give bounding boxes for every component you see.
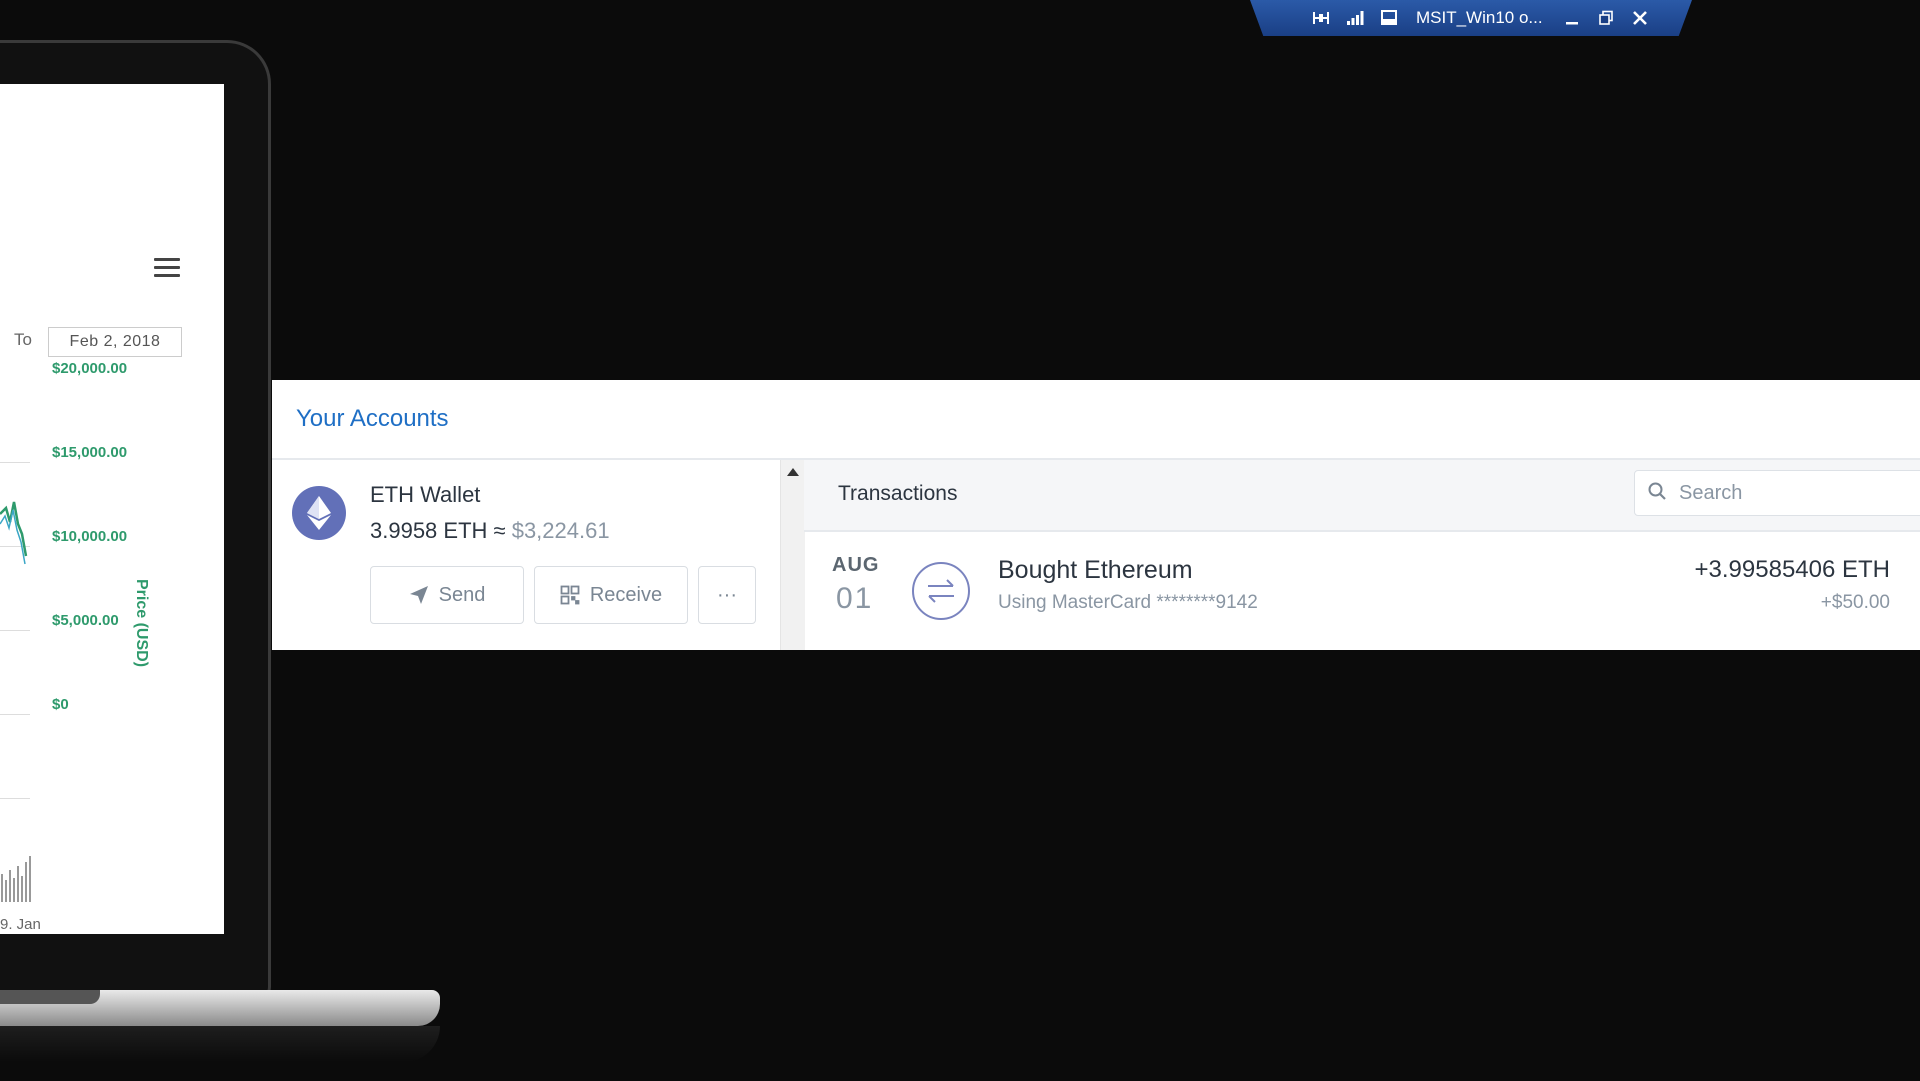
- send-button[interactable]: Send: [370, 566, 524, 624]
- ethereum-icon: [292, 486, 346, 540]
- wallet-scrollbar[interactable]: [780, 460, 805, 650]
- receive-label: Receive: [589, 583, 663, 606]
- gridline: [0, 462, 30, 463]
- exchange-arrows-icon: [912, 562, 970, 620]
- y-tick-label: $20,000.00: [52, 360, 128, 377]
- qr-code-icon: [560, 585, 580, 605]
- date-to-label: To: [14, 330, 32, 349]
- transactions-search[interactable]: [1634, 470, 1920, 516]
- wallet-balance: 3.9958 ETH ≈ $3,224.61: [370, 518, 610, 544]
- transaction-amount: +3.99585406 ETH: [1694, 556, 1890, 583]
- search-icon: [1647, 481, 1667, 506]
- remote-desktop-bar: MSIT_Win10 o...: [1250, 0, 1692, 36]
- wallet-card[interactable]: ETH Wallet 3.9958 ETH ≈ $3,224.61 Send R…: [272, 460, 780, 650]
- close-icon[interactable]: [1629, 7, 1651, 29]
- y-tick-label: $15,000.00: [52, 444, 128, 461]
- accounts-panel: Your Accounts ETH Wallet 3.9958 ETH ≈ $3…: [272, 380, 1920, 650]
- more-options-button[interactable]: ···: [698, 566, 756, 624]
- scroll-up-arrow-icon[interactable]: [787, 468, 799, 476]
- transaction-subtitle: Using MasterCard ********9142: [998, 592, 1258, 613]
- search-input[interactable]: [1677, 480, 1920, 506]
- wallet-name: ETH Wallet: [370, 482, 481, 507]
- accounts-title: Your Accounts: [296, 405, 449, 432]
- wallet-balance-fiat: $3,224.61: [505, 518, 610, 543]
- transaction-amount-usd: +$50.00: [1820, 592, 1890, 613]
- transactions-title: Transactions: [838, 482, 958, 505]
- gridline: [0, 630, 30, 631]
- laptop-shadow: [0, 1026, 440, 1062]
- paper-plane-icon: [409, 585, 429, 605]
- laptop-base: [0, 990, 440, 1026]
- restore-icon[interactable]: [1595, 7, 1617, 29]
- transaction-row[interactable]: AUG 01 Bought Ethereum Using MasterCard …: [804, 532, 1920, 650]
- accounts-header: Your Accounts: [272, 380, 1920, 460]
- menu-icon[interactable]: [154, 258, 180, 282]
- signal-icon: [1344, 8, 1366, 28]
- transaction-title: Bought Ethereum: [998, 556, 1193, 584]
- pin-icon[interactable]: [1310, 8, 1332, 28]
- transactions-header: Transactions: [804, 460, 1920, 532]
- x-tick-label: 9. Jan: [0, 916, 41, 933]
- transaction-day: 01: [836, 582, 874, 615]
- transaction-month: AUG: [832, 554, 880, 576]
- laptop-screen: To Feb 2, 2018 $20,000.00 $15,000.00 $10…: [0, 84, 224, 934]
- volume-bars: [1, 856, 31, 902]
- date-to-input[interactable]: Feb 2, 2018: [48, 327, 182, 357]
- gridline: [0, 714, 30, 715]
- send-label: Send: [438, 583, 486, 606]
- receive-button[interactable]: Receive: [534, 566, 688, 624]
- remote-session-title: MSIT_Win10 o...: [1416, 8, 1543, 27]
- y-tick-label: $5,000.00: [52, 612, 119, 629]
- y-tick-label: $0: [52, 696, 69, 713]
- transactions-panel: Transactions AUG 01 Bought Ethereum Usin…: [804, 460, 1920, 650]
- y-axis-title: Price (USD): [133, 579, 150, 668]
- gridline: [0, 798, 30, 799]
- y-tick-label: $10,000.00: [52, 528, 128, 545]
- monitor-icon[interactable]: [1378, 8, 1400, 28]
- price-line: [0, 501, 28, 565]
- minimize-icon[interactable]: [1561, 7, 1583, 29]
- more-options-icon: ···: [717, 583, 737, 606]
- wallet-balance-eth: 3.9958 ETH ≈: [370, 518, 506, 543]
